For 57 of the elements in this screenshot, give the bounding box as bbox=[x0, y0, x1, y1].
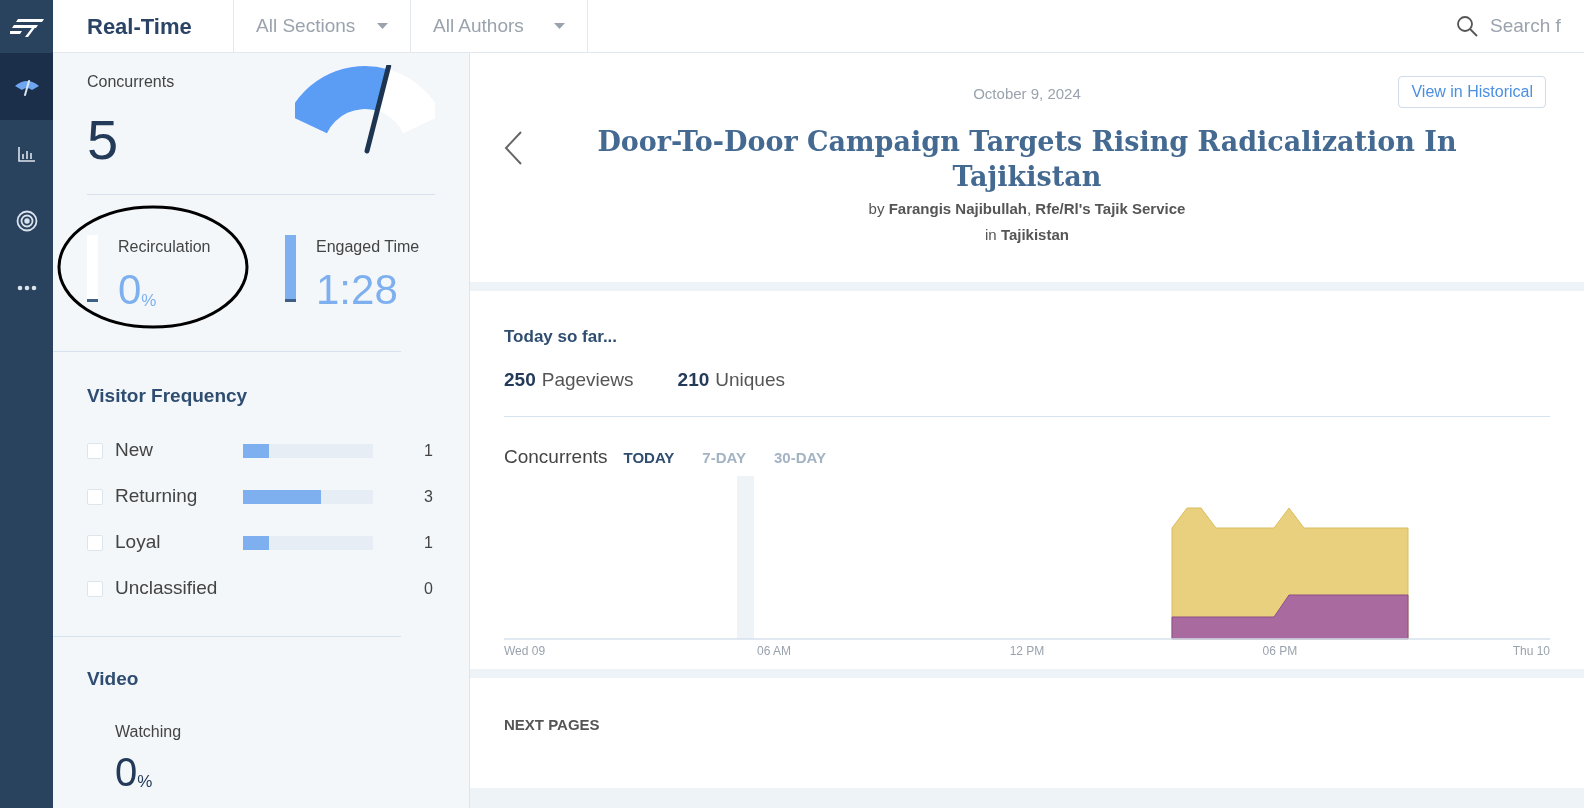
search-field[interactable]: Search f bbox=[1490, 11, 1580, 41]
frequency-count: 1 bbox=[424, 532, 433, 553]
filter-dropdown[interactable]: All Sections bbox=[233, 0, 410, 52]
x-axis-label: 12 PM bbox=[1009, 642, 1045, 660]
nav-item[interactable] bbox=[0, 53, 53, 120]
today-heading: Today so far... bbox=[504, 326, 619, 348]
watching-value: 0 bbox=[115, 751, 138, 792]
checkbox[interactable] bbox=[87, 580, 103, 597]
concurrents-value: 5 bbox=[87, 112, 120, 168]
x-axis-label: Thu 10 bbox=[1512, 642, 1550, 660]
stat-label: Pageviews bbox=[541, 367, 634, 392]
stat-value: 210 bbox=[677, 367, 710, 392]
article-byline: by Farangis Najibullah, Rfe/Rl's Tajik Service bbox=[868, 198, 1186, 219]
chart-title: Concurrents bbox=[504, 445, 608, 469]
range-tab[interactable]: 7-DAY bbox=[702, 447, 746, 470]
metric-unit: % bbox=[141, 292, 157, 309]
watching-unit: % bbox=[137, 772, 153, 790]
frequency-count: 0 bbox=[424, 578, 433, 599]
frequency-label: Returning bbox=[115, 484, 199, 509]
metric-label: Engaged Time bbox=[316, 237, 420, 257]
x-axis-label: 06 PM bbox=[1262, 642, 1298, 660]
bar-chart-icon bbox=[17, 145, 36, 162]
frequency-count: 3 bbox=[424, 486, 433, 507]
range-tab[interactable]: TODAY bbox=[623, 447, 675, 470]
article-date: October 9, 2024 bbox=[973, 84, 1081, 104]
page-title: Real-Time bbox=[87, 12, 192, 41]
metric-label: Recirculation bbox=[118, 237, 211, 257]
checkbox[interactable] bbox=[87, 442, 103, 459]
target-icon bbox=[15, 209, 38, 232]
section-heading: Video bbox=[87, 667, 140, 691]
caret-icon bbox=[377, 23, 388, 29]
stat-label: Uniques bbox=[715, 367, 785, 392]
frequency-label: Loyal bbox=[115, 530, 162, 555]
filter-dropdown[interactable]: All Authors bbox=[410, 0, 587, 52]
caret-icon bbox=[554, 23, 565, 29]
watching-label: Watching bbox=[115, 721, 183, 742]
metric-value: 0 bbox=[118, 269, 142, 311]
frequency-count: 1 bbox=[424, 440, 433, 461]
x-axis-label: 06 AM bbox=[757, 642, 791, 660]
section-heading: Visitor Frequency bbox=[87, 384, 249, 408]
range-tab[interactable]: 30-DAY bbox=[774, 447, 826, 470]
stat-value: 250 bbox=[504, 367, 536, 392]
checkbox[interactable] bbox=[87, 534, 103, 551]
more-icon bbox=[16, 284, 37, 291]
article-section: in Tajikistan bbox=[985, 224, 1069, 247]
article-title: Door-To-Door Campaign Targets Rising Radicalization In Tajikistan bbox=[597, 124, 1457, 194]
view-historical-button[interactable]: View in Historical bbox=[1398, 76, 1546, 108]
logo-icon bbox=[9, 16, 44, 37]
concurrents-label: Concurrents bbox=[87, 72, 175, 92]
frequency-label: New bbox=[115, 438, 154, 463]
gauge-icon bbox=[13, 77, 40, 96]
metric-value: 1:28 bbox=[316, 269, 398, 311]
search-icon bbox=[1456, 15, 1478, 37]
frequency-label: Unclassified bbox=[115, 576, 219, 601]
x-axis-label: Wed 09 bbox=[504, 642, 546, 660]
checkbox[interactable] bbox=[87, 488, 103, 505]
next-pages-heading: NEXT PAGES bbox=[504, 716, 600, 733]
